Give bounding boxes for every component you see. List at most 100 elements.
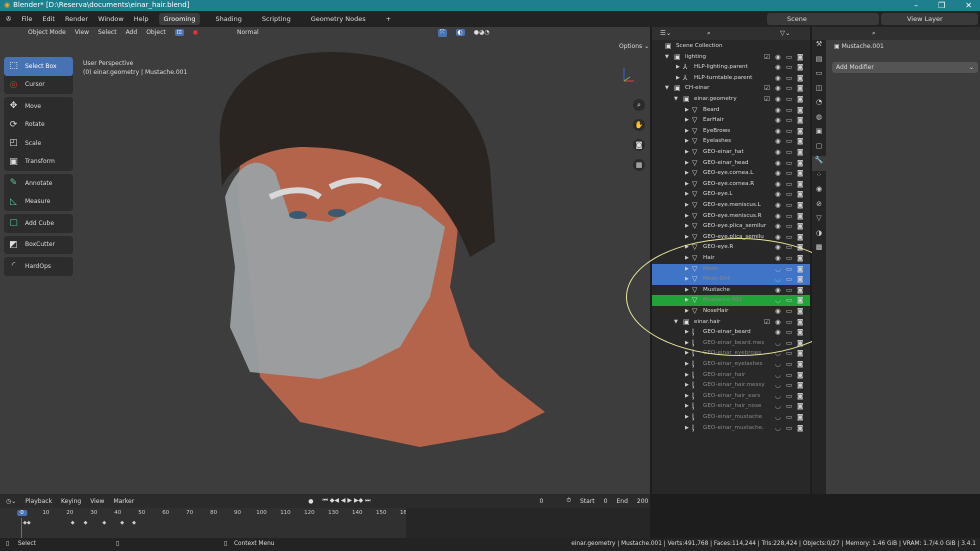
display-mode-icon[interactable]: ☰⌄ xyxy=(660,29,671,37)
render-camera-icon[interactable]: ◙ xyxy=(797,147,803,158)
add-workspace-button[interactable]: + xyxy=(381,13,396,25)
viewport-disable-icon[interactable]: ▭ xyxy=(786,401,792,412)
viewport-disable-icon[interactable]: ▭ xyxy=(786,359,792,370)
camera-icon[interactable]: ◙ xyxy=(633,139,645,151)
expand-arrow-icon[interactable]: ▶ xyxy=(685,189,689,200)
outliner-row[interactable]: ▶ ᶅ GEO-einar_beard.mes ◡ ▭ ◙ xyxy=(652,338,810,349)
visibility-eye-icon[interactable]: ◡ xyxy=(775,264,781,275)
render-camera-icon[interactable]: ◙ xyxy=(797,158,803,169)
menu-window[interactable]: Window xyxy=(98,15,124,23)
visibility-eye-icon[interactable]: ◉ xyxy=(775,62,781,73)
menu-render[interactable]: Render xyxy=(65,15,88,23)
expand-arrow-icon[interactable]: ▶ xyxy=(685,136,689,147)
current-frame-field[interactable]: 0 xyxy=(539,498,543,505)
visibility-eye-icon[interactable]: ◉ xyxy=(775,232,781,243)
playhead[interactable] xyxy=(21,518,22,538)
expand-arrow-icon[interactable]: ▶ xyxy=(685,391,689,402)
visibility-eye-icon[interactable]: ◉ xyxy=(775,147,781,158)
outliner-row[interactable]: ▶ ▽ GEO-eye.meniscus.L ◉ ▭ ◙ xyxy=(652,200,810,211)
visibility-eye-icon[interactable]: ◉ xyxy=(775,242,781,253)
search-icon[interactable]: ⌕ xyxy=(872,29,876,38)
viewport-disable-icon[interactable]: ▭ xyxy=(786,126,792,137)
viewport-disable-icon[interactable]: ▭ xyxy=(786,200,792,211)
viewport-disable-icon[interactable]: ▭ xyxy=(786,338,792,349)
outliner-row[interactable]: ▶ ▽ EyeBrows ◉ ▭ ◙ xyxy=(652,126,810,137)
visibility-eye-icon[interactable]: ◉ xyxy=(775,158,781,169)
outliner-row[interactable]: ▶ ᶅ GEO-einar_mustache ◡ ▭ ◙ xyxy=(652,412,810,423)
visibility-eye-icon[interactable]: ◡ xyxy=(775,338,781,349)
stopwatch-icon[interactable]: ⏱ xyxy=(566,497,571,505)
expand-arrow-icon[interactable]: ▶ xyxy=(685,168,689,179)
render-camera-icon[interactable]: ◙ xyxy=(797,62,803,73)
playback-controls[interactable]: ⏮ ◆◀ ◀ ▶ ▶◆ ⏭ xyxy=(322,497,370,505)
outliner-row[interactable]: ▶ ▽ Eyelashes ◉ ▭ ◙ xyxy=(652,136,810,147)
exclude-checkbox[interactable]: ☑ xyxy=(764,317,770,328)
expand-arrow-icon[interactable]: ▶ xyxy=(685,423,689,434)
expand-arrow-icon[interactable]: ▶ xyxy=(685,253,689,264)
collapse-arrow-icon[interactable]: ▼ xyxy=(665,83,669,94)
visibility-eye-icon[interactable]: ◉ xyxy=(775,317,781,328)
expand-arrow-icon[interactable]: ▶ xyxy=(685,211,689,222)
expand-arrow-icon[interactable]: ▶ xyxy=(685,232,689,243)
expand-arrow-icon[interactable]: ▶ xyxy=(685,200,689,211)
particles-tab-icon[interactable]: ⁘ xyxy=(812,171,826,186)
viewport-disable-icon[interactable]: ▭ xyxy=(786,370,792,381)
render-camera-icon[interactable]: ◙ xyxy=(797,274,803,285)
outliner-row[interactable]: ▶ ▽ Mesh.004 ◡ ▭ ◙ xyxy=(652,274,810,285)
viewport-disable-icon[interactable]: ▭ xyxy=(786,242,792,253)
render-camera-icon[interactable]: ◙ xyxy=(797,126,803,137)
outliner-row[interactable]: ▶ ⅄ HLP-lighting.parent ◉ ▭ ◙ xyxy=(652,62,810,73)
render-camera-icon[interactable]: ◙ xyxy=(797,168,803,179)
menu-help[interactable]: Help xyxy=(134,15,149,23)
outliner-row[interactable]: ▶ ᶅ GEO-einar_hair.messy ◡ ▭ ◙ xyxy=(652,380,810,391)
viewport-disable-icon[interactable]: ▭ xyxy=(786,189,792,200)
render-camera-icon[interactable]: ◙ xyxy=(797,380,803,391)
outliner-row[interactable]: ▶ ▽ GEO-eye.cornea.L ◉ ▭ ◙ xyxy=(652,168,810,179)
visibility-eye-icon[interactable]: ◡ xyxy=(775,370,781,381)
record-button[interactable]: ● xyxy=(308,498,313,505)
outliner-row[interactable]: ▶ ⅄ HLP-turntable.parent ◉ ▭ ◙ xyxy=(652,73,810,84)
expand-arrow-icon[interactable]: ▶ xyxy=(685,370,689,381)
exclude-checkbox[interactable]: ☑ xyxy=(764,52,770,63)
viewport-disable-icon[interactable]: ▭ xyxy=(786,391,792,402)
collapse-arrow-icon[interactable]: ▼ xyxy=(674,317,678,328)
viewport-disable-icon[interactable]: ▭ xyxy=(786,232,792,243)
render-camera-icon[interactable]: ◙ xyxy=(797,423,803,434)
visibility-eye-icon[interactable]: ◉ xyxy=(775,52,781,63)
visibility-eye-icon[interactable]: ◉ xyxy=(775,115,781,126)
hand-pan-icon[interactable]: ✋ xyxy=(633,119,645,131)
expand-arrow-icon[interactable]: ▶ xyxy=(685,412,689,423)
viewport-disable-icon[interactable]: ▭ xyxy=(786,221,792,232)
outliner-row[interactable]: ▶ ᶅ GEO-einar_hair_nose ◡ ▭ ◙ xyxy=(652,401,810,412)
outliner-row[interactable]: ▶ ▽ NoseHair ◉ ▭ ◙ xyxy=(652,306,810,317)
close-button[interactable]: ✕ xyxy=(965,0,972,11)
viewport-disable-icon[interactable]: ▭ xyxy=(786,295,792,306)
expand-arrow-icon[interactable]: ▶ xyxy=(685,264,689,275)
outliner-row[interactable]: ▼ ▣ CH-einar ☑ ◉ ▭ ◙ xyxy=(652,83,810,94)
tool-scale[interactable]: ◰ Scale xyxy=(4,134,73,153)
render-camera-icon[interactable]: ◙ xyxy=(797,401,803,412)
render-camera-icon[interactable]: ◙ xyxy=(797,179,803,190)
visibility-eye-icon[interactable]: ◉ xyxy=(775,285,781,296)
data-tab-icon[interactable]: ▽ xyxy=(812,214,826,229)
render-camera-icon[interactable]: ◙ xyxy=(797,306,803,317)
visibility-eye-icon[interactable]: ◉ xyxy=(775,221,781,232)
tab-geometry-nodes[interactable]: Geometry Nodes xyxy=(306,13,371,25)
keyframes[interactable]: ◆◆ ◆ ◆ ◆ ◆ ◆ xyxy=(23,520,163,526)
tool-transform[interactable]: ▣ Transform xyxy=(4,153,73,172)
outliner-row[interactable]: ▶ ▽ Beard ◉ ▭ ◙ xyxy=(652,105,810,116)
viewport-disable-icon[interactable]: ▭ xyxy=(786,285,792,296)
render-camera-icon[interactable]: ◙ xyxy=(797,115,803,126)
expand-arrow-icon[interactable]: ▶ xyxy=(685,401,689,412)
outliner-row[interactable]: ▶ ▽ GEO-eye.meniscus.R ◉ ▭ ◙ xyxy=(652,211,810,222)
render-camera-icon[interactable]: ◙ xyxy=(797,412,803,423)
render-camera-icon[interactable]: ◙ xyxy=(797,338,803,349)
visibility-eye-icon[interactable]: ◡ xyxy=(775,423,781,434)
viewport-disable-icon[interactable]: ▭ xyxy=(786,62,792,73)
start-frame-field[interactable]: 0 xyxy=(604,498,608,505)
visibility-eye-icon[interactable]: ◡ xyxy=(775,412,781,423)
menu-keying[interactable]: Keying xyxy=(61,498,81,505)
visibility-eye-icon[interactable]: ◉ xyxy=(775,253,781,264)
viewport-disable-icon[interactable]: ▭ xyxy=(786,423,792,434)
viewport-disable-icon[interactable]: ▭ xyxy=(786,73,792,84)
